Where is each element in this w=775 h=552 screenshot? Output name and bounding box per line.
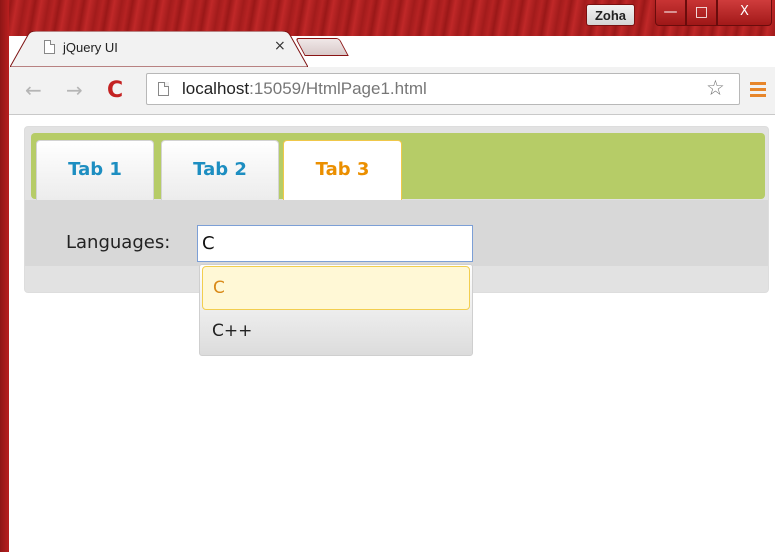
- minimize-button[interactable]: —: [655, 0, 686, 26]
- autocomplete-item-cpp[interactable]: C++: [202, 310, 470, 354]
- star-icon[interactable]: ☆: [706, 76, 725, 100]
- url-path: :15059/HtmlPage1.html: [249, 79, 427, 98]
- tab-3[interactable]: Tab 3: [283, 140, 402, 200]
- tab-title: jQuery UI: [63, 40, 118, 55]
- close-window-button[interactable]: X: [717, 0, 772, 26]
- url-text[interactable]: localhost:15059/HtmlPage1.html: [182, 79, 427, 99]
- window-border: [0, 0, 9, 552]
- tab-close-icon[interactable]: ×: [274, 38, 286, 54]
- tab-1[interactable]: Tab 1: [36, 140, 154, 200]
- back-arrow-icon[interactable]: ←: [25, 78, 42, 102]
- tab-2[interactable]: Tab 2: [161, 140, 279, 200]
- browser-window: Zoha — □ X jQuery UI × ← → C localhost:1…: [0, 0, 775, 552]
- forward-arrow-icon[interactable]: →: [66, 78, 83, 102]
- profile-button[interactable]: Zoha: [586, 4, 635, 26]
- autocomplete-item-c[interactable]: C: [202, 266, 470, 310]
- languages-label: Languages:: [66, 232, 171, 253]
- new-tab-button[interactable]: [295, 38, 349, 56]
- menu-icon[interactable]: [750, 82, 766, 100]
- page-icon: [158, 82, 169, 96]
- languages-input[interactable]: [197, 225, 473, 262]
- reload-icon[interactable]: C: [107, 78, 123, 103]
- page-icon: [44, 40, 55, 54]
- url-host: localhost: [182, 79, 250, 98]
- maximize-button[interactable]: □: [686, 0, 717, 26]
